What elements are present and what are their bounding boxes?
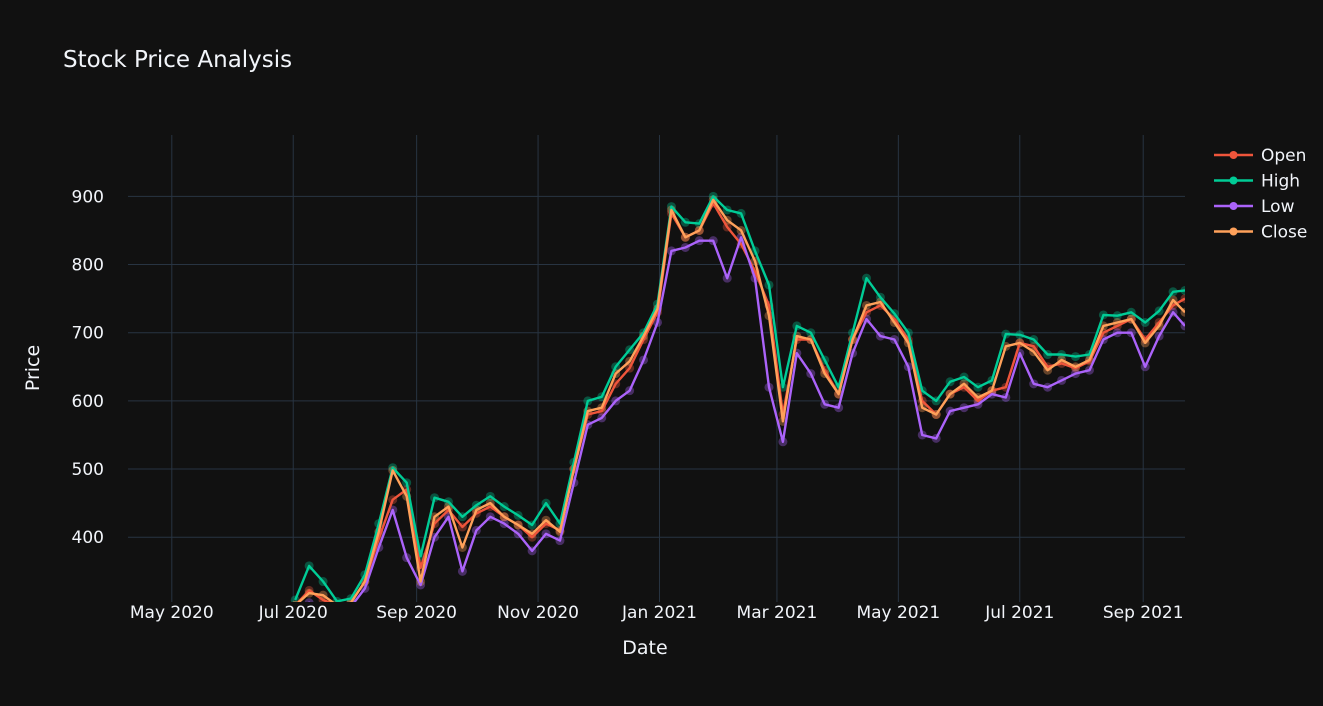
legend-label: Open [1261, 146, 1306, 166]
x-tick-label: Jan 2021 [621, 603, 697, 623]
x-tick-label: May 2020 [130, 603, 214, 623]
x-axis: May 2020 Jul 2020 Sep 2020 Nov 2020 Jan 2021… [130, 603, 1184, 623]
y-tick-label: 500 [72, 460, 104, 480]
legend-label: High [1261, 172, 1300, 192]
legend-label: Low [1261, 197, 1295, 217]
legend-swatch-marker [1229, 176, 1238, 185]
legend-swatch-marker [1229, 151, 1238, 159]
legend-swatch-marker [1229, 202, 1238, 210]
y-tick-label: 400 [72, 528, 104, 548]
y-tick-label: 600 [72, 392, 104, 412]
x-axis-title: Date [622, 637, 667, 659]
y-axis-title: Price [22, 345, 44, 391]
x-tick-label: May 2021 [856, 603, 940, 623]
legend-swatch-marker [1229, 227, 1238, 236]
chart-background [0, 0, 1323, 706]
y-tick-label: 900 [72, 187, 104, 207]
y-tick-label: 700 [72, 324, 104, 344]
x-tick-label: Jul 2021 [984, 603, 1054, 623]
x-tick-label: Jul 2020 [258, 603, 328, 623]
chart-title: Stock Price Analysis [63, 47, 292, 73]
stock-price-chart: Stock Price Analysis May 2020 Jul 2020 Sep… [0, 0, 1323, 706]
x-tick-label: Sep 2021 [1103, 603, 1184, 623]
x-tick-label: Sep 2020 [376, 603, 457, 623]
y-tick-label: 800 [72, 256, 104, 276]
x-tick-label: Mar 2021 [737, 603, 818, 623]
x-tick-label: Nov 2020 [497, 603, 579, 623]
legend-label: Close [1261, 223, 1307, 243]
